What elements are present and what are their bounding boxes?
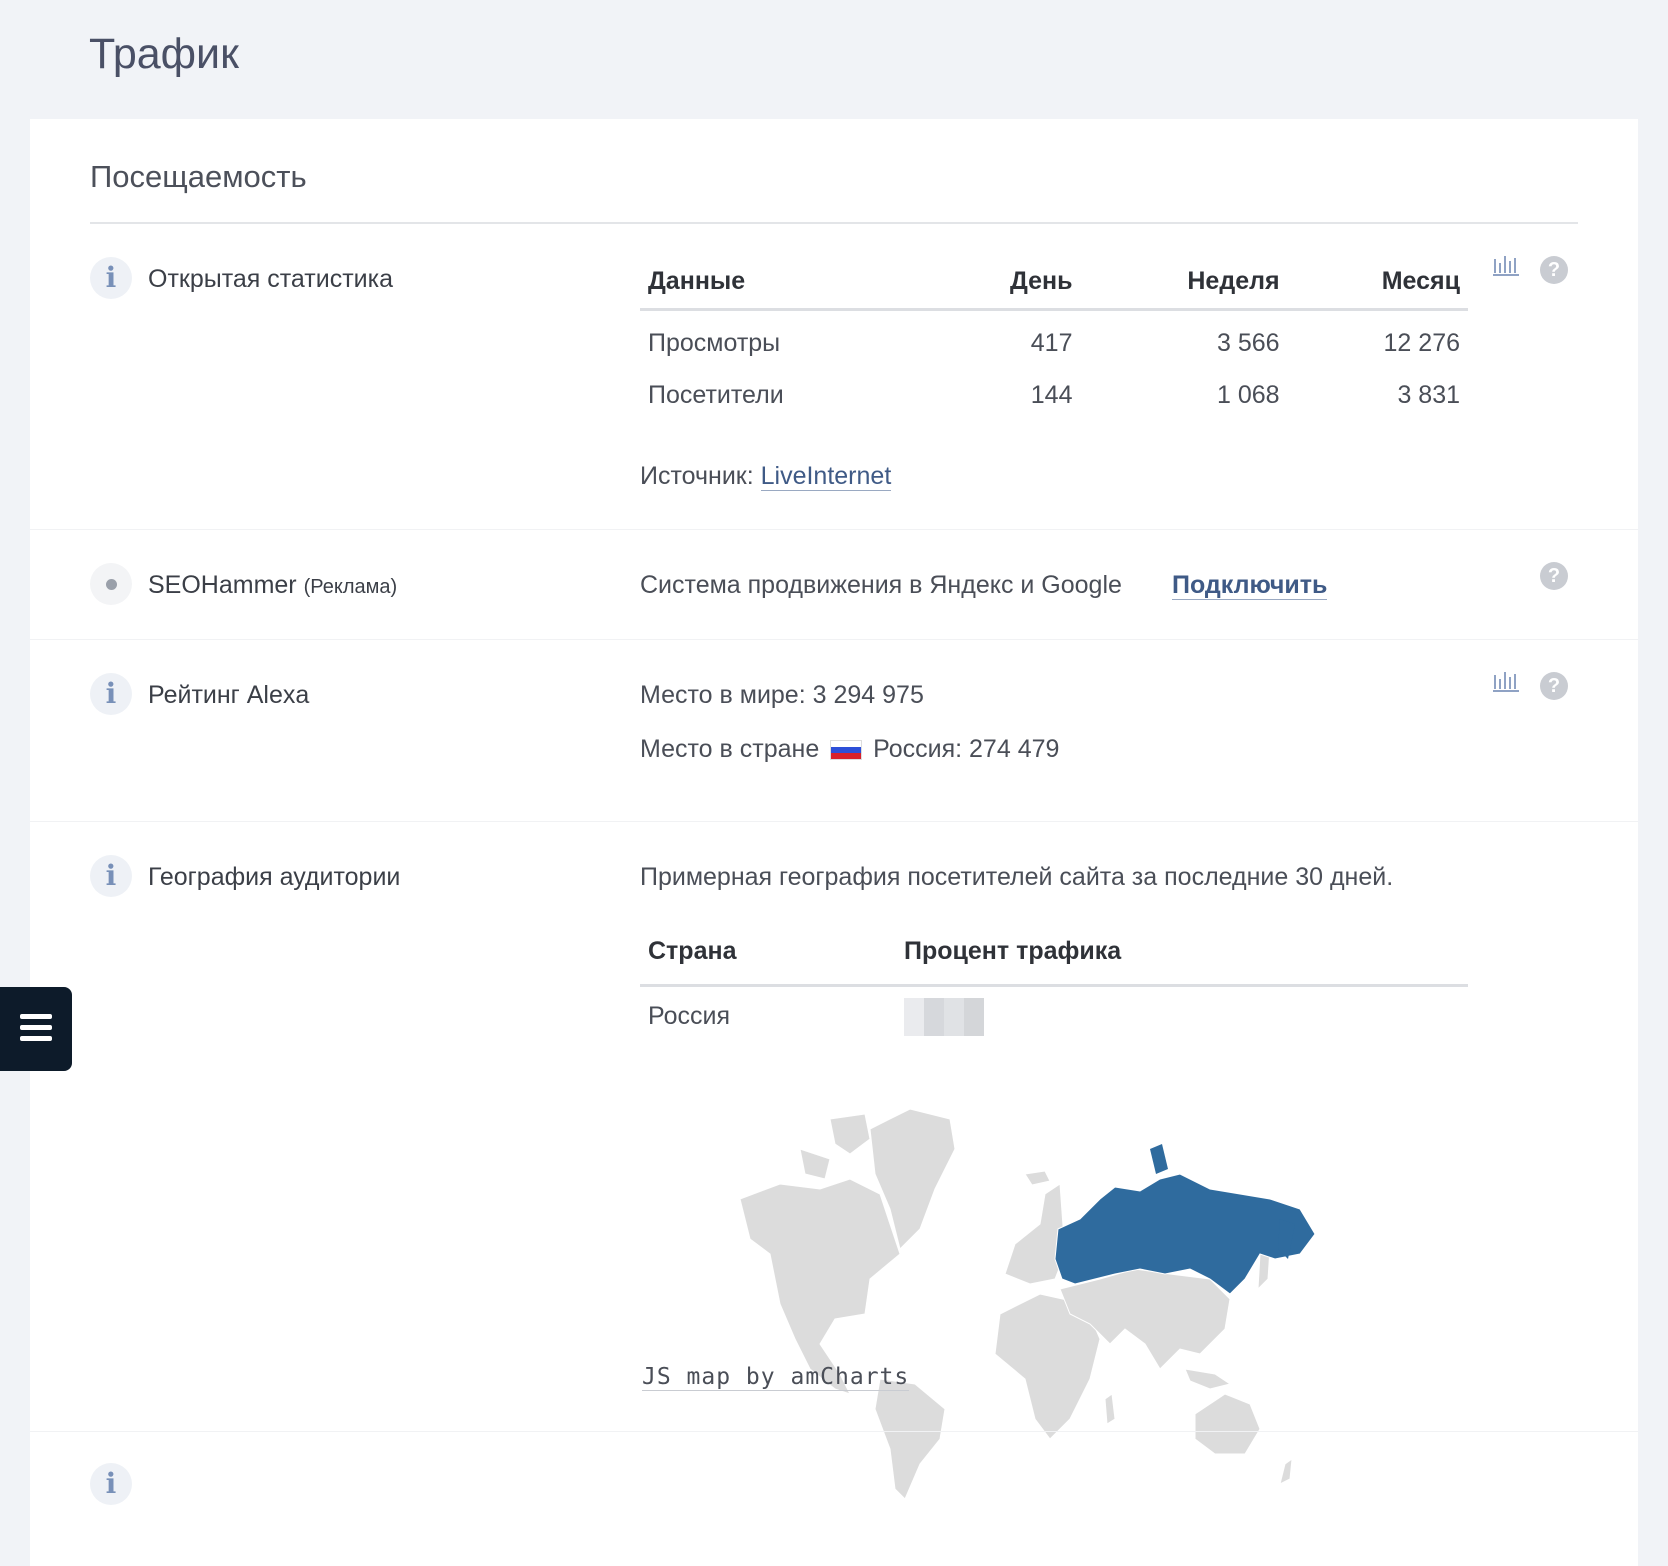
help-icon[interactable]: ? — [1540, 562, 1568, 590]
world-rank-value: 3 294 975 — [812, 681, 924, 709]
row-day: 417 — [1030, 329, 1073, 358]
country-rank-label: Место в стране — [640, 735, 820, 763]
row-name: Посетители — [648, 380, 784, 409]
percent-cell — [896, 985, 1468, 1047]
liveinternet-link[interactable]: LiveInternet — [760, 462, 892, 491]
help-icon[interactable]: ? — [1540, 672, 1568, 700]
hamburger-icon — [20, 1025, 52, 1030]
russia-flag-icon — [830, 740, 863, 761]
alexa-label: Рейтинг Alexa — [148, 681, 310, 709]
row-week: 1 068 — [1217, 380, 1280, 409]
seohammer-name: SEOHammer — [148, 571, 297, 599]
info-icon[interactable]: i — [90, 1463, 132, 1505]
row-divider — [30, 1431, 1638, 1432]
seohammer-label: SEOHammer (Реклама) — [148, 571, 397, 600]
open-stats-label: Открытая статистика — [148, 265, 394, 293]
map-north-america — [740, 1178, 901, 1395]
geography-description: Примерная география посетителей сайта за… — [640, 863, 1394, 891]
bullet-icon — [90, 563, 132, 605]
seohammer-description: Система продвижения в Яндекс и Google — [640, 571, 1122, 599]
col-header-country: Страна — [640, 919, 896, 987]
open-stats-table: Данные День Неделя Месяц Просмотры 417 3… — [640, 255, 1468, 421]
map-novaya-zemlya — [1150, 1144, 1168, 1174]
row-divider — [30, 639, 1638, 640]
traffic-card: Посещаемость i Открытая статистика Данны… — [30, 119, 1638, 1566]
geography-table: Страна Процент трафика Россия — [640, 919, 1468, 1047]
info-icon[interactable]: i — [90, 855, 132, 897]
connect-link-text[interactable]: Подключить — [1172, 571, 1328, 600]
amcharts-credit-link[interactable]: JS map by amCharts — [642, 1364, 910, 1391]
map-madagascar — [1104, 1393, 1116, 1425]
col-header-percent: Процент трафика — [896, 919, 1468, 987]
map-new-zealand — [1279, 1457, 1293, 1485]
bar-chart-icon[interactable] — [1493, 669, 1519, 693]
map-australia — [1194, 1393, 1261, 1455]
map-south-america — [874, 1378, 946, 1499]
row-divider — [30, 821, 1638, 822]
help-icon[interactable]: ? — [1540, 256, 1568, 284]
map-iceland — [1024, 1170, 1051, 1186]
info-icon[interactable]: i — [90, 257, 132, 299]
country-name: Россия: — [873, 735, 963, 763]
bar-chart-icon[interactable] — [1493, 253, 1519, 277]
map-se-asia — [1184, 1368, 1232, 1390]
map-arctic-islands — [799, 1113, 871, 1180]
ad-note: (Реклама) — [303, 576, 398, 598]
geography-label: География аудитории — [148, 863, 401, 891]
row-week: 3 566 — [1217, 329, 1280, 358]
col-header-month: Месяц — [1287, 255, 1468, 311]
hamburger-icon — [20, 1036, 52, 1041]
card-divider — [90, 222, 1578, 224]
page-title: Трафик — [89, 30, 239, 78]
table-row: Посетители 144 1 068 3 831 — [640, 369, 1468, 421]
alexa-country-rank: Место в стране Россия: 274 479 — [640, 735, 1059, 764]
blurred-value — [904, 997, 984, 1036]
row-day: 144 — [1030, 380, 1073, 409]
table-row: Просмотры 417 3 566 12 276 — [640, 309, 1468, 369]
world-rank-label: Место в мире: — [640, 681, 806, 709]
country-cell: Россия — [648, 1002, 730, 1031]
row-month: 3 831 — [1397, 380, 1460, 409]
connect-link[interactable]: Подключить — [1172, 571, 1328, 600]
map-europe — [1004, 1183, 1066, 1285]
row-name: Просмотры — [648, 329, 781, 358]
menu-button[interactable] — [0, 987, 72, 1071]
info-icon[interactable]: i — [90, 673, 132, 715]
source-label: Источник: — [640, 462, 754, 490]
source-line: Источник: LiveInternet — [640, 462, 892, 491]
alexa-world-rank: Место в мире: 3 294 975 — [640, 681, 924, 710]
world-map[interactable] — [740, 1079, 1400, 1499]
table-row: Россия — [640, 985, 1468, 1047]
row-divider — [30, 529, 1638, 530]
card-title: Посещаемость — [90, 159, 307, 194]
country-rank-value: 274 479 — [969, 735, 1060, 763]
row-month: 12 276 — [1383, 329, 1460, 358]
hamburger-icon — [20, 1014, 52, 1019]
col-header-week: Неделя — [1080, 255, 1288, 311]
col-header-day: День — [930, 255, 1081, 311]
col-header-data: Данные — [640, 255, 931, 311]
